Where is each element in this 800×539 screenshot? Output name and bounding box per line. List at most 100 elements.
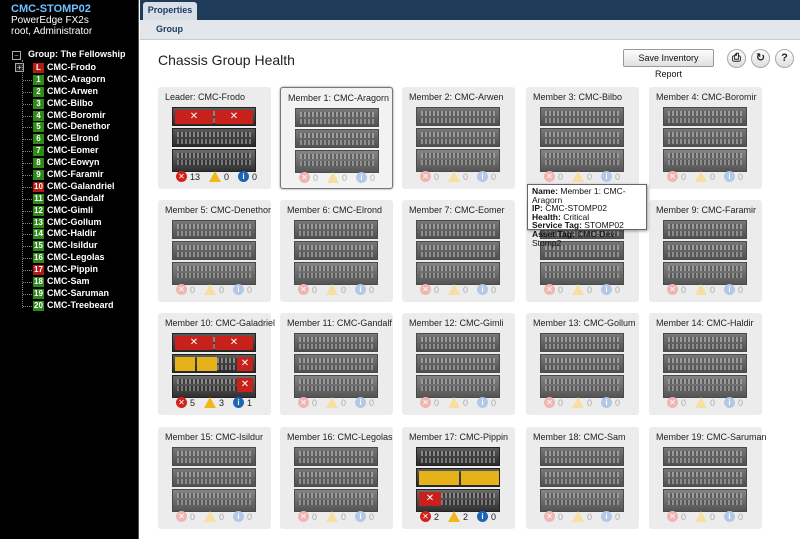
warning-count: 0 [224,171,230,182]
node-label[interactable]: CMC-Aragorn [47,74,106,85]
chassis-card[interactable]: Member 18: CMC-Sam ✕ 0 0 i 0 [526,427,639,529]
tree-node-14[interactable]: 14 CMC-Haldir [0,228,139,240]
info-count: 0 [491,171,497,182]
node-label[interactable]: CMC-Elrond [47,133,99,144]
node-label[interactable]: CMC-Legolas [47,252,105,263]
tree-node-3[interactable]: 3 CMC-Bilbo [0,98,139,110]
tree-node-4[interactable]: 4 CMC-Boromir [0,110,139,122]
info-count: 0 [369,511,375,522]
chassis-card[interactable]: Member 19: CMC-Saruman ✕ 0 0 i 0 [649,427,767,529]
node-label[interactable]: CMC-Pippin [47,264,98,275]
node-label[interactable]: CMC-Eowyn [47,157,100,168]
refresh-icon[interactable]: ↻ [751,49,770,68]
node-label[interactable]: CMC-Frodo [47,62,96,73]
warning-icon [695,511,708,523]
chassis-card[interactable]: Member 7: CMC-Eomer ✕ 0 0 i 0 [402,200,515,302]
chassis-card[interactable]: Member 5: CMC-Denethor ✕ 0 0 i 0 [158,200,271,302]
tree-node-8[interactable]: 8 CMC-Eowyn [0,157,139,169]
node-label[interactable]: CMC-Faramir [47,169,104,180]
chassis-card[interactable]: Member 15: CMC-Isildur ✕ 0 0 i 0 [158,427,271,529]
node-label[interactable]: CMC-Isildur [47,240,98,251]
group-label[interactable]: Group: The Fellowship [28,49,126,59]
critical-icon: ✕ [298,397,309,409]
warning-icon [327,172,340,184]
node-label[interactable]: CMC-Gimli [47,205,93,216]
chassis-unit-top [294,333,378,352]
chassis-unit-bottom [663,375,747,398]
tree-node-9[interactable]: 9 CMC-Faramir [0,169,139,181]
chassis-card[interactable]: Member 2: CMC-Arwen ✕ 0 0 i 0 [402,87,515,189]
tree-node-19[interactable]: 19 CMC-Saruman [0,288,139,300]
card-title: Member 13: CMC-Gollum [533,318,636,328]
tree-node-13[interactable]: 13 CMC-Gollum [0,217,139,229]
tree-branch [23,222,32,224]
help-icon[interactable]: ? [775,49,794,68]
chassis-card[interactable]: Member 6: CMC-Elrond ✕ 0 0 i 0 [280,200,393,302]
tree-node-11[interactable]: 11 CMC-Gandalf [0,193,139,205]
tree-branch [23,282,32,284]
tree-node-6[interactable]: 6 CMC-Elrond [0,133,139,145]
node-label[interactable]: CMC-Boromir [47,110,106,121]
tree-node-18[interactable]: 18 CMC-Sam [0,276,139,288]
node-label[interactable]: CMC-Arwen [47,86,98,97]
warning-count: 0 [341,284,347,295]
chassis-card[interactable]: Member 17: CMC-Pippin ✕ ✕ 2 2 i 0 [402,427,515,529]
main-content: Properties Group Chassis Group Health Sa… [140,0,800,539]
chassis-card[interactable]: Member 4: CMC-Boromir ✕ 0 0 i 0 [649,87,762,189]
save-inventory-report-button[interactable]: Save Inventory Report [623,49,714,79]
tab-properties[interactable]: Properties [143,2,197,20]
node-label[interactable]: CMC-Sam [47,276,90,287]
chassis-card[interactable]: Member 9: CMC-Faramir ✕ 0 0 i 0 [649,200,762,302]
node-label[interactable]: CMC-Treebeard [47,300,114,311]
tree-node-7[interactable]: 7 CMC-Eomer [0,145,139,157]
chassis-card[interactable]: Member 13: CMC-Gollum ✕ 0 0 i 0 [526,313,639,415]
info-icon: i [601,511,613,523]
warning-count: 0 [463,284,469,295]
chassis-card[interactable]: Leader: CMC-Frodo ✕ ✕ ✕ 13 0 i 0 [158,87,271,189]
tree-branch [23,151,32,153]
node-label[interactable]: CMC-Saruman [47,288,109,299]
chassis-card[interactable]: Member 12: CMC-Gimli ✕ 0 0 i 0 [402,313,515,415]
info-icon: i [724,284,736,296]
tree-node-0[interactable]: + L CMC-Frodo [0,62,139,74]
node-label[interactable]: CMC-Bilbo [47,98,93,109]
tree-node-17[interactable]: 17 CMC-Pippin [0,264,139,276]
tree-node-5[interactable]: 5 CMC-Denethor [0,121,139,133]
node-label[interactable]: CMC-Gandalf [47,193,104,204]
chassis-model: PowerEdge FX2s [11,15,89,26]
node-label[interactable]: CMC-Haldir [47,228,96,239]
warning-count: 0 [710,171,716,182]
chassis-image [416,107,500,174]
collapse-icon[interactable]: − [12,51,21,60]
chassis-unit-middle [540,468,624,487]
tree-node-16[interactable]: 16 CMC-Legolas [0,252,139,264]
chassis-image [540,447,624,514]
tree-branch [23,175,32,177]
node-label[interactable]: CMC-Galandriel [47,181,115,192]
chassis-card[interactable]: Member 11: CMC-Gandalf ✕ 0 0 i 0 [280,313,393,415]
tree-node-12[interactable]: 12 CMC-Gimli [0,205,139,217]
subtab-group[interactable]: Group [156,24,183,34]
tree-node-15[interactable]: 15 CMC-Isildur [0,240,139,252]
node-label[interactable]: CMC-Gollum [47,217,102,228]
chassis-card[interactable]: Member 16: CMC-Legolas ✕ 0 0 i 0 [280,427,393,529]
chassis-card[interactable]: Member 3: CMC-Bilbo ✕ 0 0 i 0 [526,87,639,189]
chassis-name[interactable]: CMC-STOMP02 [11,3,138,15]
print-icon[interactable]: ⎙ [727,49,746,68]
tree-group-root[interactable]: − Group: The Fellowship [0,48,139,62]
tree-node-2[interactable]: 2 CMC-Arwen [0,86,139,98]
chassis-unit-middle [416,354,500,373]
chassis-card[interactable]: Member 14: CMC-Haldir ✕ 0 0 i 0 [649,313,762,415]
tree-node-10[interactable]: 10 CMC-Galandriel [0,181,139,193]
chassis-card[interactable]: Member 10: CMC-Galadriel ✕ ✕ ✕ ✕ ✕ 5 3 i 1 [158,313,275,415]
node-label[interactable]: CMC-Denethor [47,121,110,132]
chassis-card[interactable]: Member 1: CMC-Aragorn ✕ 0 0 i 0 [280,87,393,189]
tree-node-1[interactable]: 1 CMC-Aragorn [0,74,139,86]
warning-count: 0 [342,172,348,183]
warning-count: 0 [587,171,593,182]
tree-node-20[interactable]: 20 CMC-Treebeard [0,300,139,312]
node-label[interactable]: CMC-Eomer [47,145,99,156]
chassis-image [540,333,624,400]
critical-count: 0 [434,397,440,408]
member-tooltip: Name: Member 1: CMC-Aragorn IP: CMC-STOM… [527,184,647,247]
